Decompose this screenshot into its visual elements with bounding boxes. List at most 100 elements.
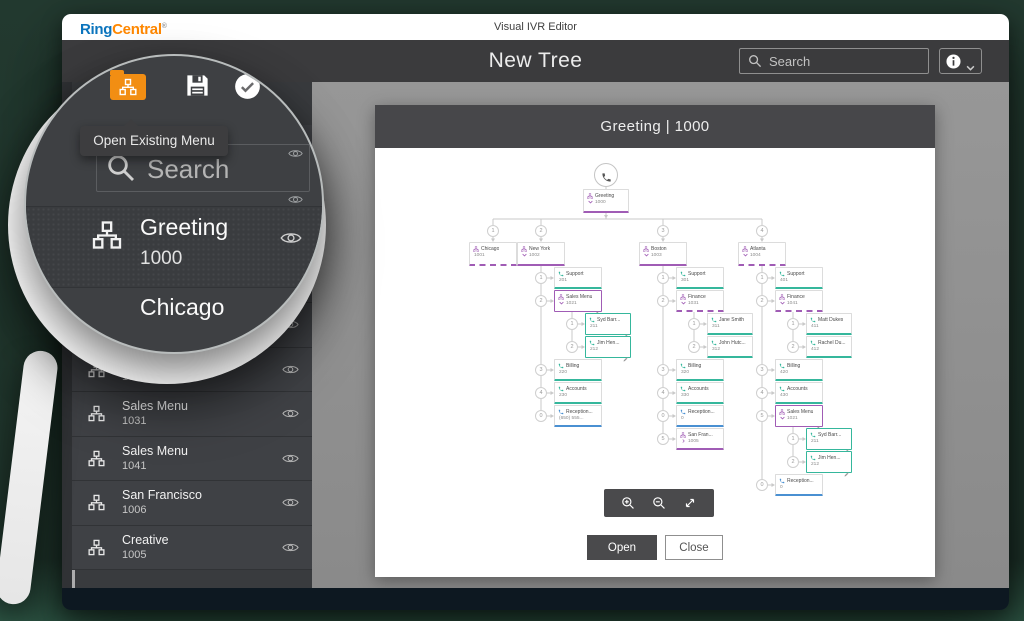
eye-icon[interactable] bbox=[282, 496, 299, 509]
ivr-node[interactable]: Syd Barr...211 bbox=[806, 428, 852, 450]
chevron-down-icon bbox=[522, 253, 527, 257]
window-bottom-frame bbox=[62, 588, 1009, 610]
sidebar-item[interactable]: San Francisco1006 bbox=[72, 481, 312, 526]
loupe-handle bbox=[0, 349, 59, 606]
node-label: Finance bbox=[787, 294, 805, 300]
ivr-node[interactable]: John Hutc...312 bbox=[707, 336, 753, 358]
node-label: San Fran... bbox=[688, 432, 713, 438]
node-label: Jim Hen... bbox=[597, 340, 620, 346]
ivr-node[interactable]: Rachel Du...412 bbox=[806, 336, 852, 358]
ivr-node[interactable]: New York1002 bbox=[517, 242, 565, 266]
key-circle: 3 bbox=[657, 225, 669, 237]
ivr-node[interactable]: Reception...0 bbox=[676, 405, 724, 427]
ivr-node[interactable]: Atlanta1004 bbox=[738, 242, 786, 266]
ivr-node[interactable]: Accounts330 bbox=[676, 382, 724, 404]
ivr-node[interactable]: San Fran...1005 bbox=[676, 428, 724, 450]
node-number: 0 bbox=[780, 485, 783, 490]
ivr-node[interactable]: Matt Dukes411 bbox=[806, 313, 852, 335]
info-menu-button[interactable] bbox=[939, 48, 982, 74]
zoom-toolbar bbox=[604, 489, 714, 517]
pencil-icon bbox=[844, 464, 849, 469]
zoom-out-icon[interactable] bbox=[652, 496, 666, 510]
phone-node-icon bbox=[680, 363, 686, 369]
info-icon bbox=[946, 54, 961, 69]
search-icon bbox=[106, 153, 136, 183]
key-circle: 2 bbox=[787, 456, 799, 468]
chevron-down-icon bbox=[588, 200, 593, 204]
ivr-node[interactable]: Sales Menu1021 bbox=[775, 405, 823, 427]
org-tree-icon bbox=[88, 405, 105, 422]
phone-node-icon bbox=[558, 409, 564, 415]
ivr-node[interactable]: Billing220 bbox=[554, 359, 602, 381]
key-circle: 4 bbox=[756, 225, 768, 237]
key-circle: 3 bbox=[657, 364, 669, 376]
ivr-node[interactable]: Accounts230 bbox=[554, 382, 602, 404]
eye-icon[interactable] bbox=[282, 541, 299, 554]
check-icon[interactable] bbox=[234, 73, 261, 100]
search-icon bbox=[748, 54, 762, 68]
ivr-node[interactable]: Greeting1000 bbox=[583, 189, 629, 213]
node-number: 320 bbox=[681, 370, 689, 375]
pencil-icon bbox=[844, 441, 849, 446]
node-label: John Hutc... bbox=[719, 340, 746, 346]
ivr-node[interactable]: Finance1041 bbox=[775, 290, 823, 312]
dialog-title: Greeting | 1000 bbox=[375, 105, 935, 148]
eye-icon[interactable] bbox=[282, 363, 299, 376]
sidebar-item[interactable]: Sales Menu1041 bbox=[72, 437, 312, 482]
menu-node-icon bbox=[473, 246, 479, 252]
ivr-node[interactable]: Chicago1001 bbox=[469, 242, 517, 266]
ivr-node[interactable]: Reception...(650) 555... bbox=[554, 405, 602, 427]
node-label: Syd Barr... bbox=[818, 432, 841, 438]
item-label: Greeting bbox=[140, 214, 228, 241]
ivr-node[interactable]: Finance1031 bbox=[676, 290, 724, 312]
ivr-node[interactable]: Support201 bbox=[554, 267, 602, 289]
item-number: 1000 bbox=[140, 248, 182, 270]
key-circle: 3 bbox=[756, 364, 768, 376]
ivr-node[interactable]: Billing320 bbox=[676, 359, 724, 381]
key-circle: 2 bbox=[535, 295, 547, 307]
ivr-node[interactable]: Syd Barr...211 bbox=[585, 313, 631, 335]
open-existing-menu-button-magnified[interactable] bbox=[110, 74, 146, 100]
eye-icon[interactable] bbox=[282, 452, 299, 465]
search-input[interactable] bbox=[769, 54, 920, 69]
ivr-node[interactable]: Sales Menu1021 bbox=[554, 290, 602, 312]
eye-icon[interactable] bbox=[282, 407, 299, 420]
key-circle: 1 bbox=[487, 225, 499, 237]
node-number: 220 bbox=[559, 370, 567, 375]
ivr-node[interactable]: Jim Hen...212 bbox=[806, 451, 852, 473]
eye-icon bbox=[288, 192, 303, 203]
menu-node-icon bbox=[558, 294, 564, 300]
ivr-node[interactable]: Boston1003 bbox=[639, 242, 687, 266]
ivr-node[interactable]: Jim Hen...212 bbox=[585, 336, 631, 358]
node-number: 330 bbox=[681, 393, 689, 398]
pencil-icon bbox=[594, 303, 599, 308]
ivr-node[interactable]: Jane Smith311 bbox=[707, 313, 753, 335]
node-label: Rachel Du... bbox=[818, 340, 846, 346]
key-circle: 2 bbox=[787, 341, 799, 353]
save-icon[interactable] bbox=[184, 72, 211, 99]
ivr-node[interactable]: Support401 bbox=[775, 267, 823, 289]
open-button[interactable]: Open bbox=[587, 535, 657, 560]
ivr-node[interactable]: Reception...0 bbox=[775, 474, 823, 496]
menu-node-icon bbox=[521, 246, 527, 252]
key-circle: 4 bbox=[756, 387, 768, 399]
phone-node-icon bbox=[779, 363, 785, 369]
magnifier-loupe: Search Open Existing Menu Greeting 1000 … bbox=[24, 54, 324, 354]
sidebar-item[interactable]: Creative1005 bbox=[72, 526, 312, 571]
expand-icon[interactable] bbox=[683, 496, 697, 510]
key-circle: 1 bbox=[787, 433, 799, 445]
ivr-node[interactable]: Billing420 bbox=[775, 359, 823, 381]
ivr-node[interactable]: Support301 bbox=[676, 267, 724, 289]
phone-node-icon bbox=[680, 271, 686, 277]
close-button[interactable]: Close bbox=[665, 535, 723, 560]
sidebar-item[interactable]: Sales Menu1031 bbox=[72, 392, 312, 437]
chevron-right-icon bbox=[681, 439, 686, 443]
node-number: 230 bbox=[559, 393, 567, 398]
zoom-in-icon[interactable] bbox=[621, 496, 635, 510]
eye-icon[interactable] bbox=[280, 230, 302, 246]
key-circle: 0 bbox=[535, 410, 547, 422]
chevron-down-icon bbox=[966, 58, 975, 64]
header-search[interactable] bbox=[739, 48, 929, 74]
ivr-node[interactable]: Accounts430 bbox=[775, 382, 823, 404]
node-number: 411 bbox=[811, 324, 819, 329]
